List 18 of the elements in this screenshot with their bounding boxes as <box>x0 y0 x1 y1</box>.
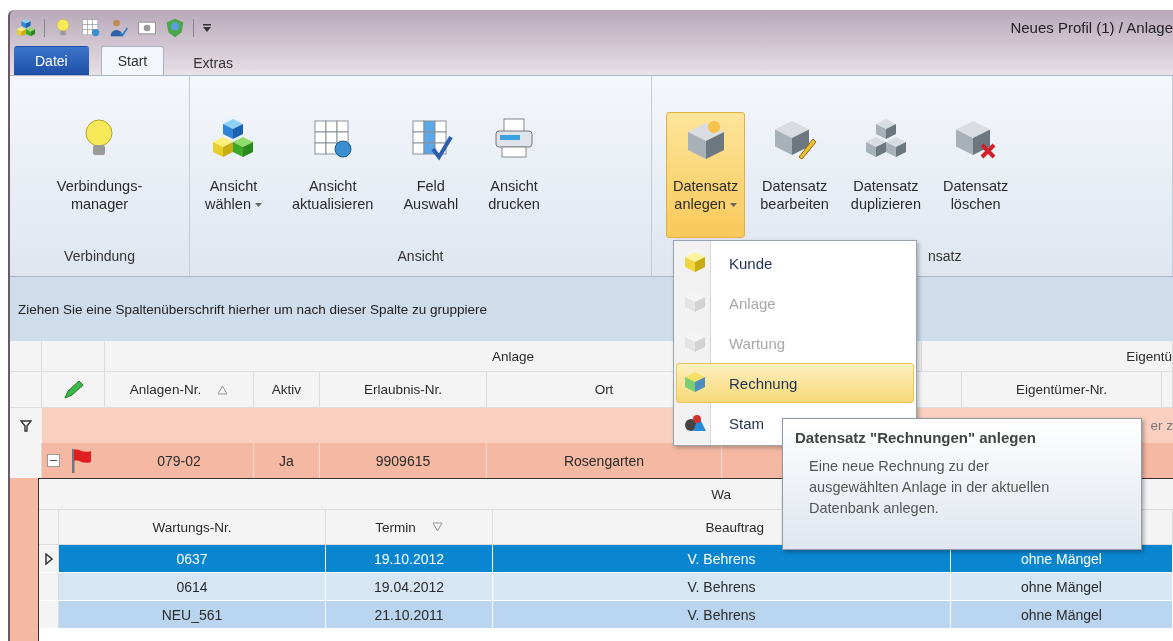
table-cell: 19.10.2012 <box>326 545 493 572</box>
table-cell: 0614 <box>59 573 326 600</box>
table-cell: 19.04.2012 <box>326 573 493 600</box>
tooltip-title: Datensatz "Rechnungen" anlegen <box>795 429 1037 446</box>
table-cell: V. Behrens <box>493 601 951 628</box>
table-cell: 21.10.2011 <box>326 601 493 628</box>
band-header: Wa <box>710 486 731 502</box>
group-label: Verbindung <box>63 247 136 266</box>
table-cell: V. Behrens <box>493 573 951 600</box>
group-label: nsatz <box>928 247 962 266</box>
band-header: Eigentü <box>922 341 1173 372</box>
table-cell: ohne Mängel <box>951 601 1173 628</box>
filter-hint: er z <box>1150 418 1173 433</box>
window-title: Neues Profil (1) / Anlage <box>1010 19 1173 36</box>
group-label: Ansicht <box>396 247 445 266</box>
table-cell: 0637 <box>59 545 326 572</box>
table-cell: NEU_561 <box>59 601 326 628</box>
table-cell: ohne Mängel <box>951 573 1173 600</box>
